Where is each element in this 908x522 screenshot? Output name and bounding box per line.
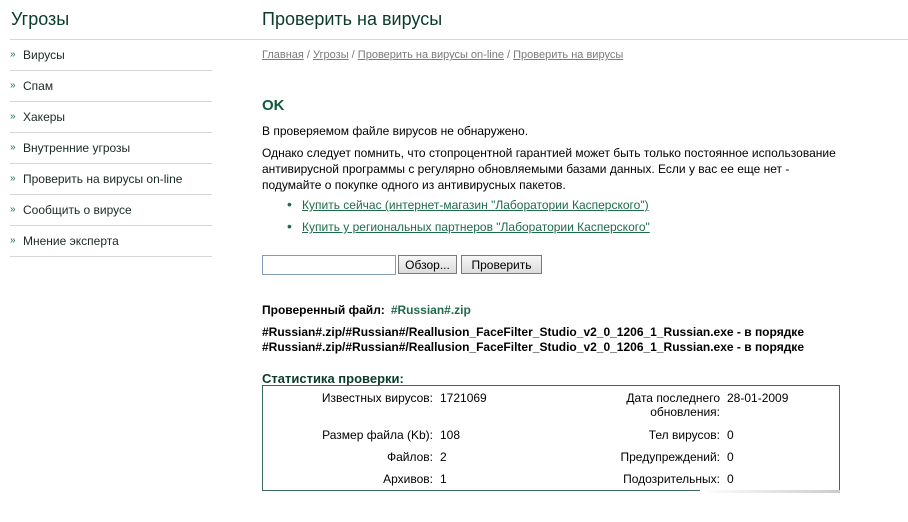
arrow-icon: » bbox=[10, 142, 16, 153]
sidebar-item-expert-opinion[interactable]: » Мнение эксперта bbox=[10, 226, 212, 257]
breadcrumb-threats[interactable]: Угрозы bbox=[313, 49, 349, 61]
archives-label: Архивов: bbox=[383, 472, 433, 486]
archives-value: 1 bbox=[440, 472, 447, 486]
suspicious-label: Подозрительных: bbox=[623, 472, 720, 486]
arrow-icon: » bbox=[10, 80, 16, 91]
buy-partners-link[interactable]: Купить у региональных партнеров "Лаборат… bbox=[302, 220, 650, 234]
sidebar-item-online-scan[interactable]: » Проверить на вирусы on-line bbox=[10, 164, 212, 195]
sidebar-nav: » Вирусы » Спам » Хакеры » Внутренние угрозы… bbox=[10, 40, 212, 257]
known-viruses-label: Известных вирусов: bbox=[321, 391, 433, 405]
breadcrumb-online-scan[interactable]: Проверить на вирусы on-line bbox=[358, 49, 504, 61]
buy-now-link[interactable]: Купить сейчас (интернет-магазин "Лаборат… bbox=[302, 198, 649, 212]
file-path-input[interactable] bbox=[262, 255, 396, 275]
warnings-label: Предупреждений: bbox=[620, 450, 721, 464]
browse-button[interactable]: Обзор... bbox=[398, 255, 457, 274]
virus-bodies-value: 0 bbox=[727, 428, 734, 442]
breadcrumb: Главная / Угрозы / Проверить на вирусы o… bbox=[262, 49, 623, 61]
known-viruses-value: 1721069 bbox=[440, 391, 487, 405]
sidebar-item-label[interactable]: Сообщить о вирусе bbox=[23, 203, 132, 217]
breadcrumb-separator: / bbox=[348, 49, 358, 61]
sidebar-item-viruses[interactable]: » Вирусы bbox=[10, 40, 212, 71]
sidebar-item-report-virus[interactable]: » Сообщить о вирусе bbox=[10, 195, 212, 226]
sidebar-item-internal-threats[interactable]: » Внутренние угрозы bbox=[10, 133, 212, 164]
breadcrumb-home[interactable]: Главная bbox=[262, 49, 304, 61]
scan-status: OK bbox=[262, 97, 285, 114]
arrow-icon: » bbox=[10, 204, 16, 215]
bullet-icon: • bbox=[287, 218, 292, 234]
scan-note: Однако следует помнить, что стопроцентно… bbox=[262, 146, 836, 192]
table-shadow bbox=[700, 490, 840, 493]
stats-title: Статистика проверки: bbox=[262, 371, 404, 386]
arrow-icon: » bbox=[10, 49, 16, 60]
checked-file-name: #Russian#.zip bbox=[390, 303, 471, 317]
warnings-value: 0 bbox=[727, 450, 734, 464]
stats-table: Известных вирусов: 1721069 Дата последне… bbox=[262, 385, 840, 491]
checked-file-label: Проверенный файл: bbox=[262, 303, 385, 317]
last-update-label: Дата последнего обновления: bbox=[626, 391, 720, 419]
sidebar-item-label[interactable]: Вирусы bbox=[23, 48, 65, 62]
last-update-value: 28-01-2009 bbox=[727, 391, 789, 405]
breadcrumb-separator: / bbox=[303, 49, 314, 61]
scan-result-line: #Russian#.zip/#Russian#/Reallusion_FaceF… bbox=[262, 325, 804, 339]
scan-message: В проверяемом файле вирусов не обнаружен… bbox=[262, 124, 529, 138]
sidebar-item-hackers[interactable]: » Хакеры bbox=[10, 102, 212, 133]
arrow-icon: » bbox=[10, 173, 16, 184]
sidebar-item-label[interactable]: Хакеры bbox=[23, 110, 65, 124]
breadcrumb-separator: / bbox=[503, 49, 514, 61]
file-size-value: 108 bbox=[440, 428, 461, 442]
files-value: 2 bbox=[440, 450, 447, 464]
sidebar-item-label[interactable]: Внутренние угрозы bbox=[23, 141, 130, 155]
sidebar-item-label[interactable]: Проверить на вирусы on-line bbox=[23, 172, 182, 186]
arrow-icon: » bbox=[10, 235, 16, 246]
sidebar-title: Угрозы bbox=[11, 9, 70, 29]
sidebar-item-spam[interactable]: » Спам bbox=[10, 71, 212, 102]
file-size-label: Размер файла (Kb): bbox=[322, 428, 433, 442]
suspicious-value: 0 bbox=[727, 472, 734, 486]
virus-bodies-label: Тел вирусов: bbox=[648, 428, 720, 442]
page-title: Проверить на вирусы bbox=[262, 9, 443, 29]
files-label: Файлов: bbox=[386, 450, 433, 464]
breadcrumb-current[interactable]: Проверить на вирусы bbox=[513, 49, 623, 61]
sidebar-item-label[interactable]: Спам bbox=[23, 79, 53, 93]
arrow-icon: » bbox=[10, 111, 16, 122]
check-button[interactable]: Проверить bbox=[461, 255, 542, 274]
checked-file: Проверенный файл: #Russian#.zip bbox=[262, 303, 471, 317]
bullet-icon: • bbox=[287, 196, 292, 212]
scan-result-line: #Russian#.zip/#Russian#/Reallusion_FaceF… bbox=[262, 340, 804, 354]
sidebar-item-label[interactable]: Мнение эксперта bbox=[23, 234, 119, 248]
